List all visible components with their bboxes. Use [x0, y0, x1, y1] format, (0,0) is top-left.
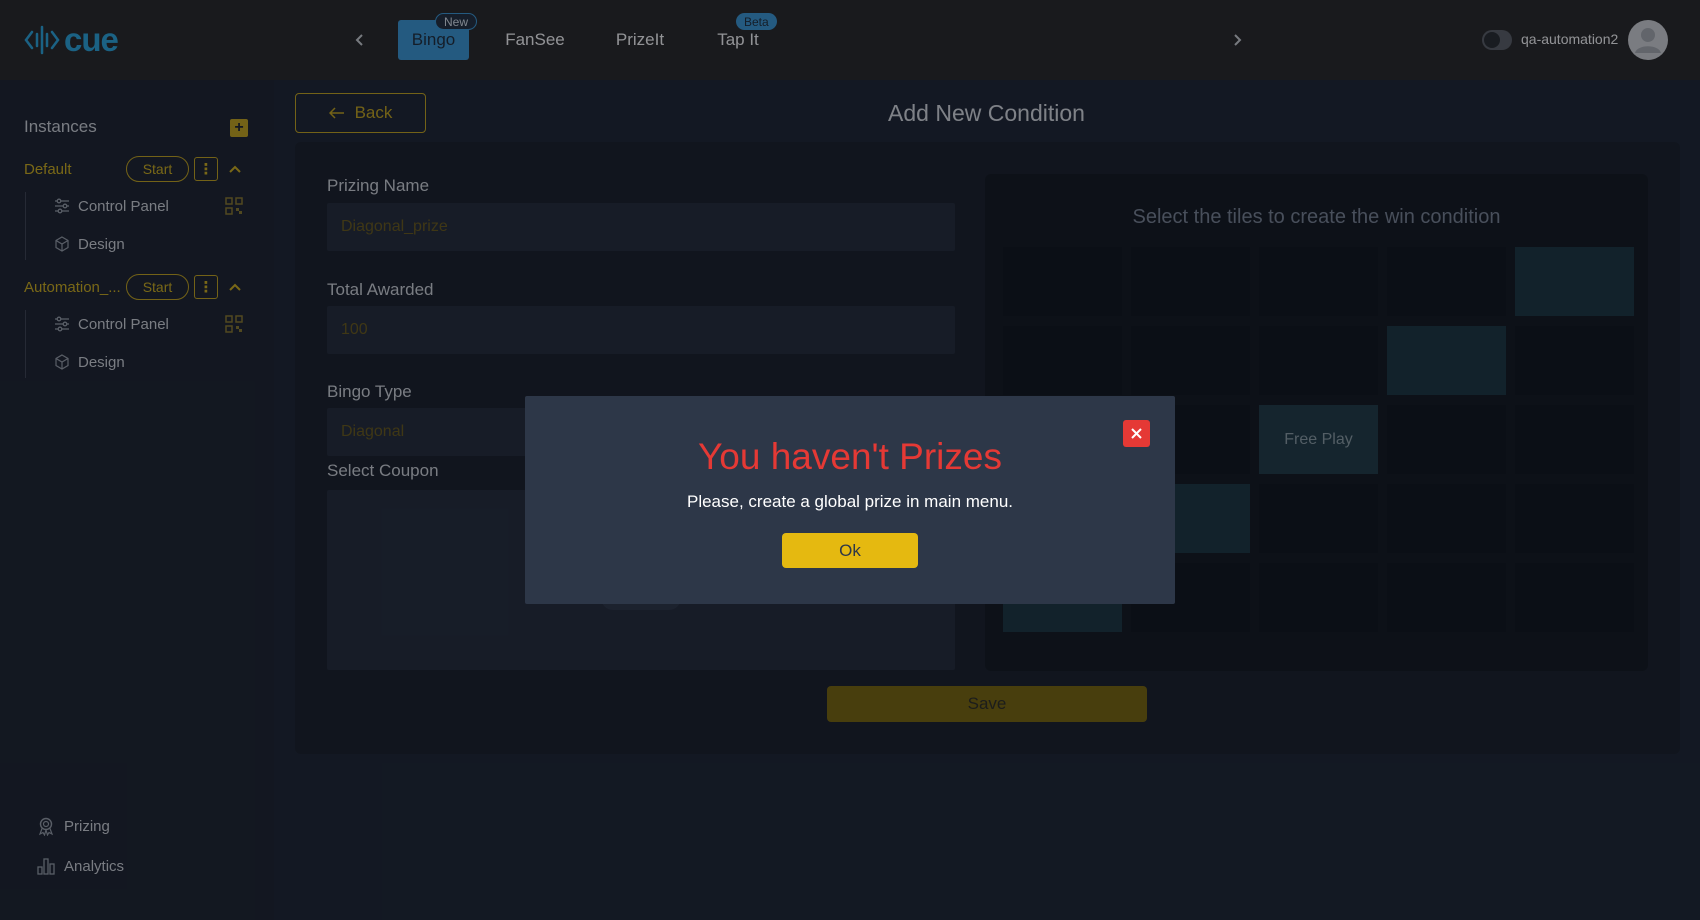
modal-message: Please, create a global prize in main me…	[686, 492, 1013, 511]
ok-button[interactable]: Ok	[782, 533, 918, 568]
modal-title: You haven't Prizes	[698, 436, 1002, 477]
no-prizes-modal: You haven't Prizes Please, create a glob…	[525, 396, 1175, 604]
